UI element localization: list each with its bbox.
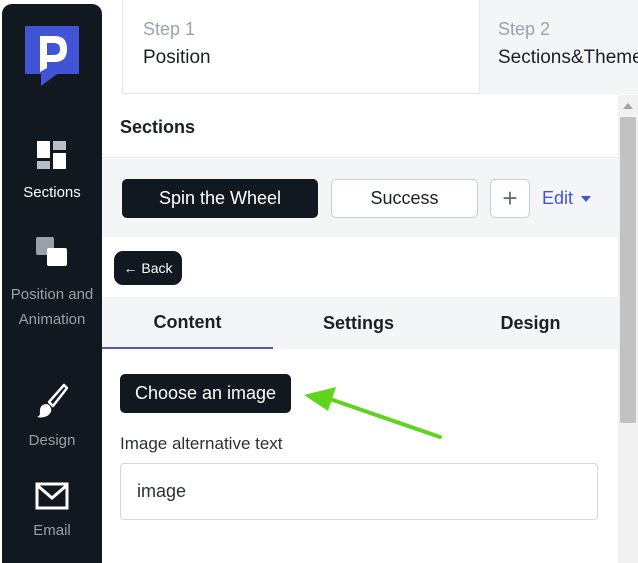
alt-text-label: Image alternative text — [120, 434, 283, 453]
step-number: Step 2 — [498, 19, 551, 39]
sections-title: Sections — [120, 117, 196, 137]
editor-subtabs: Content Settings Design — [102, 297, 618, 349]
sidebar-item-label: Design — [28, 432, 76, 449]
caret-down-icon — [581, 195, 592, 202]
sidebar-item-label: Sections — [23, 184, 81, 201]
back-button[interactable]: ← Back — [114, 251, 182, 285]
choose-image-button[interactable]: Choose an image — [120, 374, 291, 413]
sidebar-item-label: Position and Animation — [10, 286, 94, 328]
section-tabs: Spin the Wheel Success + Edit — [102, 159, 618, 237]
tab-content[interactable]: Content — [102, 297, 273, 349]
sections-header: Sections — [102, 95, 618, 158]
scrollbar-thumb[interactable] — [620, 117, 636, 423]
sidebar-item-label: Email — [33, 522, 71, 539]
app-root: Sections Position and Animation Design E… — [0, 0, 638, 563]
step-1-tab[interactable]: Step 1 Position — [122, 0, 480, 94]
step-title: Sections&Theme — [498, 47, 638, 68]
scrollbar[interactable] — [618, 95, 638, 563]
alt-text-input[interactable] — [120, 463, 598, 520]
tab-design[interactable]: Design — [445, 297, 616, 349]
tab-settings[interactable]: Settings — [273, 297, 444, 349]
step-number: Step 1 — [143, 19, 196, 39]
step-title: Position — [143, 47, 211, 68]
add-section-button[interactable]: + — [490, 179, 530, 218]
section-tab-spin-the-wheel[interactable]: Spin the Wheel — [122, 179, 318, 218]
position-icon — [36, 237, 67, 266]
scroll-up-arrow-icon[interactable] — [623, 103, 633, 109]
app-logo — [25, 26, 79, 86]
envelope-icon — [35, 482, 69, 510]
step-2-tab[interactable]: Step 2 Sections&Theme — [480, 0, 638, 94]
sidebar-item-position-animation[interactable]: Position and Animation — [2, 236, 102, 332]
sections-icon — [37, 141, 66, 169]
editor-panel: Sections Spin the Wheel Success + Edit ←… — [102, 95, 618, 563]
brush-icon — [37, 383, 69, 418]
edit-dropdown[interactable]: Edit — [542, 179, 592, 218]
sidebar-item-email[interactable]: Email — [2, 482, 102, 543]
section-tab-success[interactable]: Success — [331, 179, 478, 218]
sidebar: Sections Position and Animation Design E… — [2, 4, 102, 563]
sidebar-item-sections[interactable]: Sections — [2, 140, 102, 205]
sidebar-item-design[interactable]: Design — [2, 382, 102, 453]
edit-label: Edit — [542, 188, 574, 208]
